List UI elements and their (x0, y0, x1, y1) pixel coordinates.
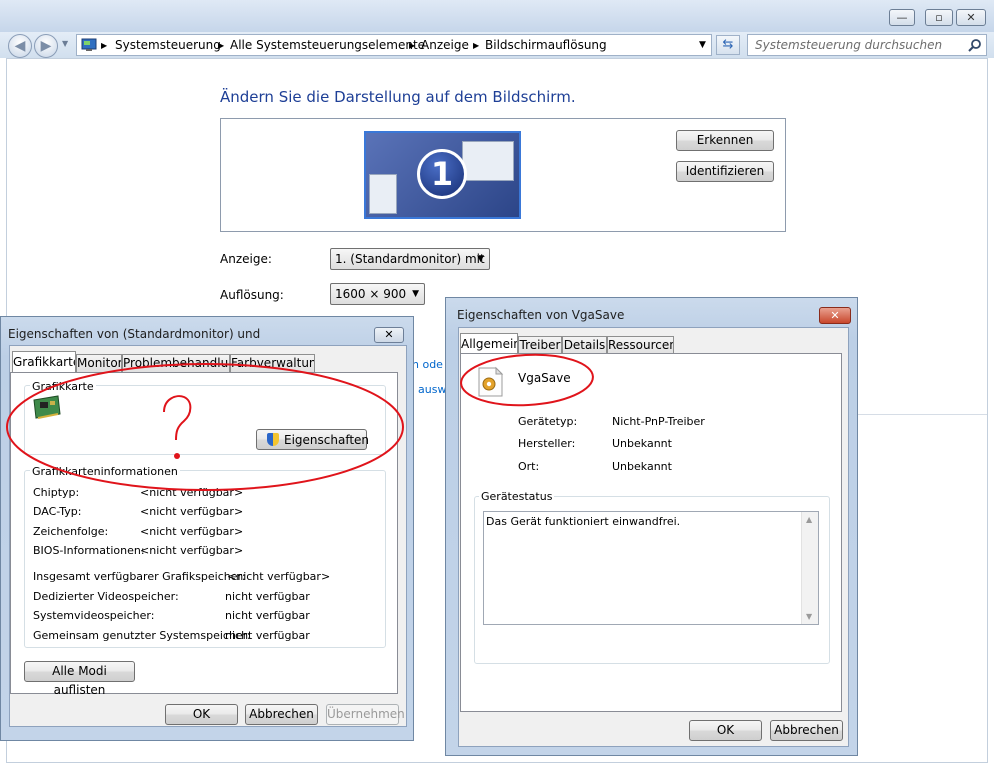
cancel-button[interactable]: Abbrechen (770, 720, 843, 741)
breadcrumb-separator: ▶ (218, 41, 225, 50)
memory-value-system: nicht verfügbar (225, 609, 310, 622)
info-label-zeichenfolge: Zeichenfolge: (33, 525, 109, 538)
partial-link-2[interactable]: ausw (418, 383, 446, 396)
tab-monitor[interactable]: Monitor (76, 354, 122, 373)
scroll-up-icon[interactable]: ▲ (806, 515, 812, 524)
breadcrumb-separator: ▶ (409, 41, 416, 50)
resolution-select-value: 1600 × 900 (335, 287, 407, 301)
ok-button[interactable]: OK (689, 720, 762, 741)
monitor-thumbnail[interactable]: 1 (364, 131, 521, 219)
back-button[interactable]: ◀ (8, 34, 32, 58)
adapter-properties-label: Eigenschaften (284, 433, 370, 447)
memory-label-system: Systemvideospeicher: (33, 609, 155, 622)
close-button[interactable]: ✕ (956, 9, 986, 26)
info-label-dac: DAC-Typ: (33, 505, 82, 518)
search-input[interactable]: Systemsteuerung durchsuchen (755, 38, 942, 52)
address-bar[interactable]: ▶ Systemsteuerung ▶ Alle Systemsteuerung… (76, 34, 712, 56)
desktop-window-graphic (462, 141, 514, 181)
breadcrumb-anzeige[interactable]: Anzeige (421, 38, 469, 52)
breadcrumb-systemsteuerung[interactable]: Systemsteuerung (115, 38, 221, 52)
dialog-title: Eigenschaften von (Standardmonitor) und (8, 327, 261, 341)
prop-label-manufacturer: Hersteller: (518, 437, 576, 450)
info-value-zeichenfolge: <nicht verfügbar> (140, 525, 244, 538)
graphics-card-icon (33, 395, 61, 419)
refresh-icon: ⇆ (722, 37, 734, 52)
tab-farbverwaltung[interactable]: Farbverwaltung (230, 354, 315, 373)
tab-allgemein[interactable]: Allgemein (460, 333, 518, 355)
arrow-left-icon: ◀ (14, 38, 26, 54)
minimize-button[interactable]: — (889, 9, 915, 26)
detect-button[interactable]: Erkennen (676, 130, 774, 151)
adapter-properties-button[interactable]: Eigenschaften (256, 429, 370, 450)
breadcrumb-separator: ▶ (101, 41, 108, 50)
monitor-number: 1 (430, 155, 454, 193)
identify-button[interactable]: Identifizieren (676, 161, 774, 182)
tab-problembehandlung[interactable]: Problembehandlung (122, 354, 230, 373)
close-button[interactable]: ✕ (819, 307, 851, 324)
adapter-group-label: Grafikkarte (30, 380, 96, 393)
info-value-dac: <nicht verfügbar> (140, 505, 244, 518)
memory-label-total: Insgesamt verfügbarer Grafikspeicher: (33, 570, 246, 583)
maximize-button[interactable]: ▫ (925, 9, 953, 26)
breadcrumb-separator: ▶ (473, 41, 480, 50)
desktop-sidebar-graphic (369, 174, 397, 214)
search-box[interactable]: Systemsteuerung durchsuchen (747, 34, 987, 56)
arrow-right-icon: ▶ (40, 38, 52, 54)
tab-grafikkarte[interactable]: Grafikkarte (12, 351, 76, 373)
page-title: Ändern Sie die Darstellung auf dem Bilds… (220, 88, 576, 106)
prop-label-device-type: Gerätetyp: (518, 415, 578, 428)
partial-link-1[interactable]: n ode (412, 358, 443, 371)
device-status-text: Das Gerät funktioniert einwandfrei. (486, 515, 681, 528)
close-button[interactable]: ✕ (374, 327, 404, 343)
display-label: Anzeige: (220, 252, 272, 266)
refresh-button[interactable]: ⇆ (716, 35, 740, 55)
memory-value-total: <nicht verfügbar> (227, 570, 331, 583)
memory-label-dedicated: Dedizierter Videospeicher: (33, 590, 179, 603)
display-select-value: 1. (Standardmonitor) mit (335, 252, 485, 266)
apply-button[interactable]: Übernehmen (326, 704, 405, 725)
memory-value-shared: nicht verfügbar (225, 629, 310, 642)
scroll-down-icon[interactable]: ▼ (806, 612, 812, 621)
address-dropdown-icon[interactable]: ▼ (699, 40, 706, 50)
adapter-info-group-label: Grafikkarteninformationen (30, 465, 180, 478)
resolution-label: Auflösung: (220, 288, 284, 302)
uac-shield-icon (267, 433, 279, 446)
resolution-select[interactable]: 1600 × 900 ▼ (330, 283, 425, 305)
status-scrollbar[interactable]: ▲ ▼ (801, 512, 818, 624)
gear-icon (478, 366, 504, 397)
search-icon[interactable] (968, 38, 982, 52)
history-dropdown-icon[interactable]: ▼ (62, 39, 68, 48)
info-value-chiptyp: <nicht verfügbar> (140, 486, 244, 499)
chevron-down-icon: ▼ (477, 254, 484, 264)
list-all-modes-button[interactable]: Alle Modi auflisten (24, 661, 135, 697)
dialog-title: Eigenschaften von VgaSave (457, 308, 625, 322)
chevron-down-icon: ▼ (412, 289, 419, 299)
info-value-bios: <nicht verfügbar> (140, 544, 244, 557)
prop-value-location: Unbekannt (612, 460, 672, 473)
ok-button[interactable]: OK (165, 704, 238, 725)
memory-value-dedicated: nicht verfügbar (225, 590, 310, 603)
control-panel-icon (81, 38, 97, 51)
cancel-button[interactable]: Abbrechen (245, 704, 318, 725)
monitor-number-badge: 1 (417, 149, 467, 199)
display-select[interactable]: 1. (Standardmonitor) mit ▼ (330, 248, 490, 270)
window-titlebar: — ▫ ✕ (0, 0, 994, 32)
memory-label-shared: Gemeinsam genutzter Systemspeicher: (33, 629, 251, 642)
forward-button[interactable]: ▶ (34, 34, 58, 58)
prop-value-device-type: Nicht-PnP-Treiber (612, 415, 705, 428)
content-divider (845, 414, 987, 415)
info-label-chiptyp: Chiptyp: (33, 486, 80, 499)
breadcrumb-bildschirmaufloesung[interactable]: Bildschirmauflösung (485, 38, 607, 52)
device-status-textbox[interactable]: Das Gerät funktioniert einwandfrei. ▲ ▼ (483, 511, 819, 625)
breadcrumb-alle-elemente[interactable]: Alle Systemsteuerungselemente (230, 38, 425, 52)
device-name: VgaSave (518, 371, 571, 385)
info-label-bios: BIOS-Informationen: (33, 544, 145, 557)
prop-label-location: Ort: (518, 460, 540, 473)
prop-value-manufacturer: Unbekannt (612, 437, 672, 450)
device-status-group-label: Gerätestatus (479, 490, 555, 503)
